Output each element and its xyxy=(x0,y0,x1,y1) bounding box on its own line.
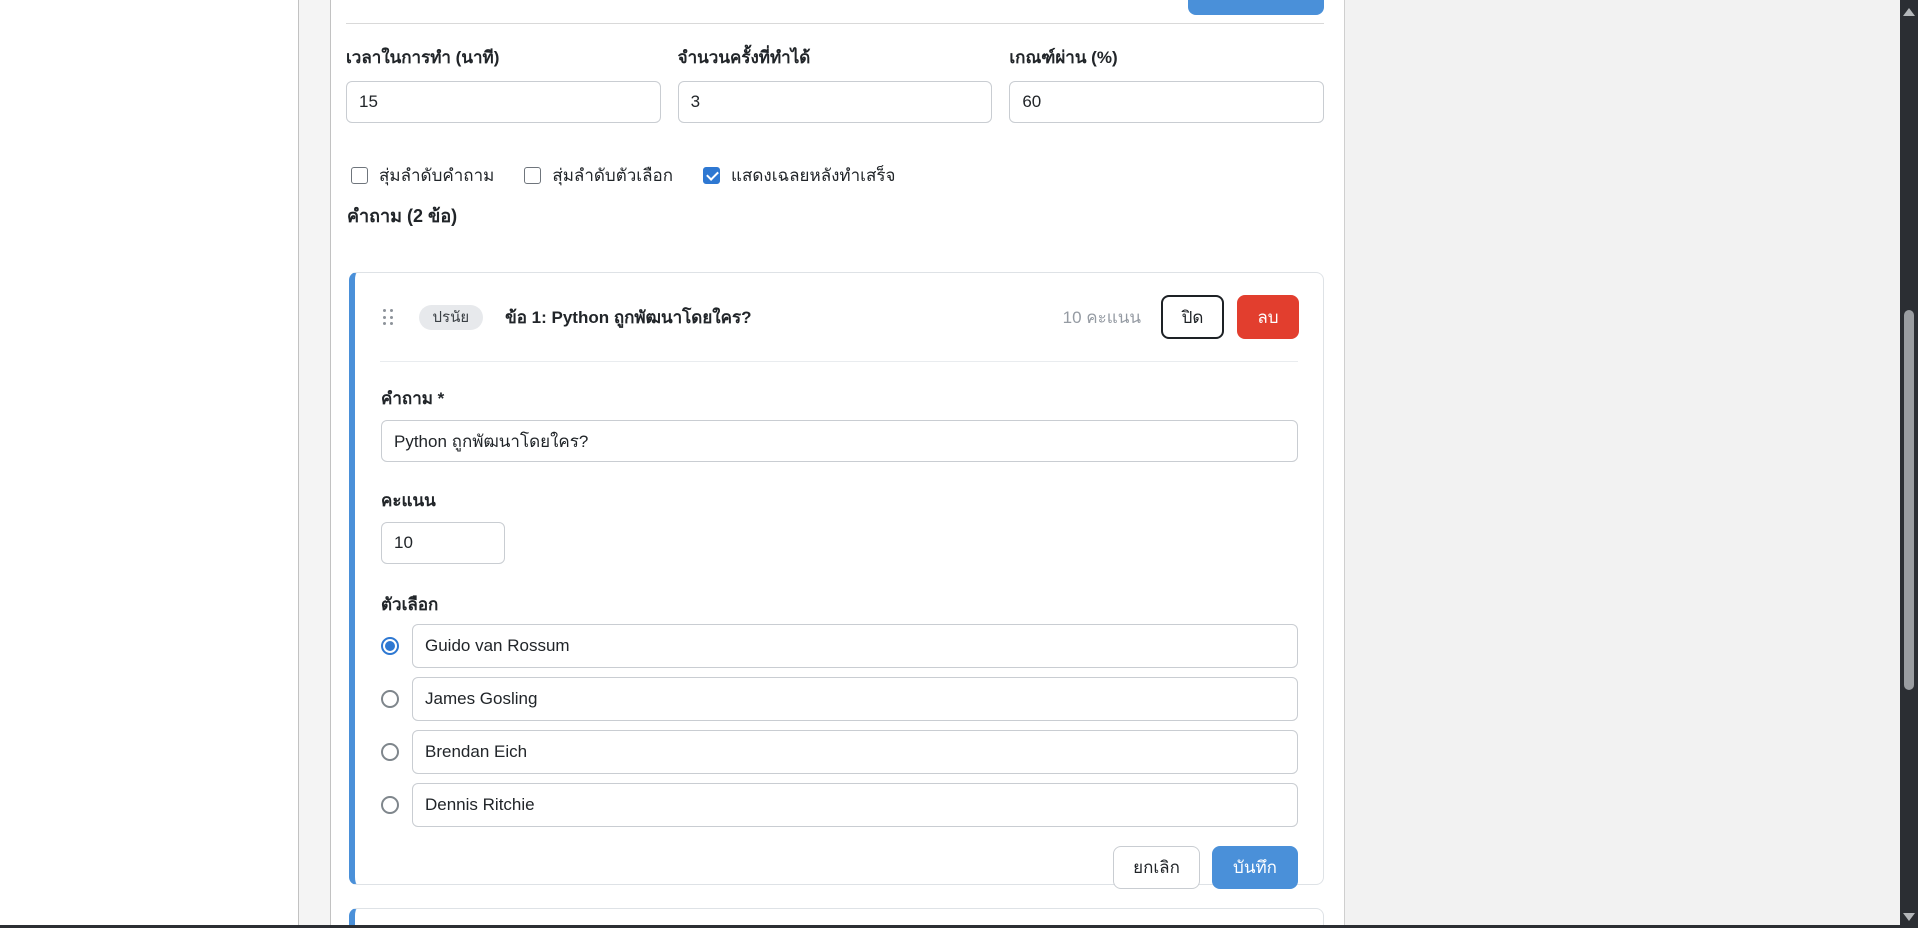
shuffle-choices-checkbox[interactable] xyxy=(524,167,541,184)
quiz-settings-row: เวลาในการทำ (นาที) จำนวนครั้งที่ทำได้ เก… xyxy=(346,44,1324,123)
left-blank-pane xyxy=(0,0,298,925)
question-text-input[interactable] xyxy=(381,420,1298,462)
primary-action-button[interactable] xyxy=(1188,0,1324,15)
time-limit-input[interactable] xyxy=(346,81,661,123)
scrollbar-up-arrow-icon[interactable] xyxy=(1903,8,1915,16)
shuffle-choices-label: สุ่มลำดับตัวเลือก xyxy=(552,162,673,189)
pass-threshold-field-group: เกณฑ์ผ่าน (%) xyxy=(1009,44,1324,123)
question-card-title: ข้อ 1: Python ถูกพัฒนาโดยใคร? xyxy=(505,304,751,331)
questions-count-heading: คำถาม (2 ข้อ) xyxy=(347,201,457,230)
right-background-pane xyxy=(1345,0,1900,925)
attempts-label: จำนวนครั้งที่ทำได้ xyxy=(678,44,993,71)
inner-scrollbar-gutter[interactable] xyxy=(298,0,331,925)
question-card-header-actions: 10 คะแนน ปิด ลบ xyxy=(1063,295,1299,339)
question-card-1: ปรนัย ข้อ 1: Python ถูกพัฒนาโดยใคร? 10 ค… xyxy=(349,272,1324,885)
question-text-label: คำถาม * xyxy=(381,385,1298,412)
question-type-badge: ปรนัย xyxy=(419,305,484,330)
pass-threshold-label: เกณฑ์ผ่าน (%) xyxy=(1009,44,1324,71)
time-limit-label: เวลาในการทำ (นาที) xyxy=(346,44,661,71)
pass-threshold-input[interactable] xyxy=(1009,81,1324,123)
header-divider xyxy=(346,23,1324,24)
delete-question-button[interactable]: ลบ xyxy=(1237,295,1299,339)
quiz-option-checkboxes: สุ่มลำดับคำถาม สุ่มลำดับตัวเลือก แสดงเฉล… xyxy=(351,162,895,189)
shuffle-questions-checkbox[interactable] xyxy=(351,167,368,184)
choices-list xyxy=(381,624,1298,827)
drag-handle-icon[interactable] xyxy=(383,309,393,325)
shuffle-questions-checkbox-item[interactable]: สุ่มลำดับคำถาม xyxy=(351,162,494,189)
choice-3-input[interactable] xyxy=(412,730,1298,774)
scrollbar-thumb[interactable] xyxy=(1904,310,1914,690)
choice-2-radio[interactable] xyxy=(381,690,399,708)
choice-row-3 xyxy=(381,730,1298,774)
question-card-body: คำถาม * คะแนน ตัวเลือก xyxy=(355,362,1323,889)
collapse-question-button[interactable]: ปิด xyxy=(1161,295,1224,339)
show-answers-checkbox[interactable] xyxy=(703,167,720,184)
quiz-editor-page: เวลาในการทำ (นาที) จำนวนครั้งที่ทำได้ เก… xyxy=(0,0,1918,928)
quiz-form-panel: เวลาในการทำ (นาที) จำนวนครั้งที่ทำได้ เก… xyxy=(331,0,1345,925)
choice-row-1 xyxy=(381,624,1298,668)
show-answers-checkbox-item[interactable]: แสดงเฉลยหลังทำเสร็จ xyxy=(703,162,895,189)
question-points-label: คะแนน xyxy=(381,487,1298,514)
choice-row-2 xyxy=(381,677,1298,721)
time-limit-field-group: เวลาในการทำ (นาที) xyxy=(346,44,661,123)
question-points-input[interactable] xyxy=(381,522,505,564)
shuffle-choices-checkbox-item[interactable]: สุ่มลำดับตัวเลือก xyxy=(524,162,673,189)
choice-1-input[interactable] xyxy=(412,624,1298,668)
choice-2-input[interactable] xyxy=(412,677,1298,721)
save-button[interactable]: บันทึก xyxy=(1212,846,1298,889)
browser-vertical-scrollbar[interactable] xyxy=(1900,0,1918,925)
question-card-footer: ยกเลิก บันทึก xyxy=(381,846,1298,889)
choice-row-4 xyxy=(381,783,1298,827)
shuffle-questions-label: สุ่มลำดับคำถาม xyxy=(379,162,494,189)
question-card-header: ปรนัย ข้อ 1: Python ถูกพัฒนาโดยใคร? 10 ค… xyxy=(355,273,1323,361)
question-points-text: 10 คะแนน xyxy=(1063,304,1141,331)
cancel-button[interactable]: ยกเลิก xyxy=(1113,846,1200,889)
choice-3-radio[interactable] xyxy=(381,743,399,761)
choice-1-radio[interactable] xyxy=(381,637,399,655)
choice-4-radio[interactable] xyxy=(381,796,399,814)
attempts-input[interactable] xyxy=(678,81,993,123)
show-answers-label: แสดงเฉลยหลังทำเสร็จ xyxy=(731,162,895,189)
choice-4-input[interactable] xyxy=(412,783,1298,827)
choices-label: ตัวเลือก xyxy=(381,591,1298,618)
attempts-field-group: จำนวนครั้งที่ทำได้ xyxy=(678,44,993,123)
scrollbar-down-arrow-icon[interactable] xyxy=(1903,913,1915,921)
